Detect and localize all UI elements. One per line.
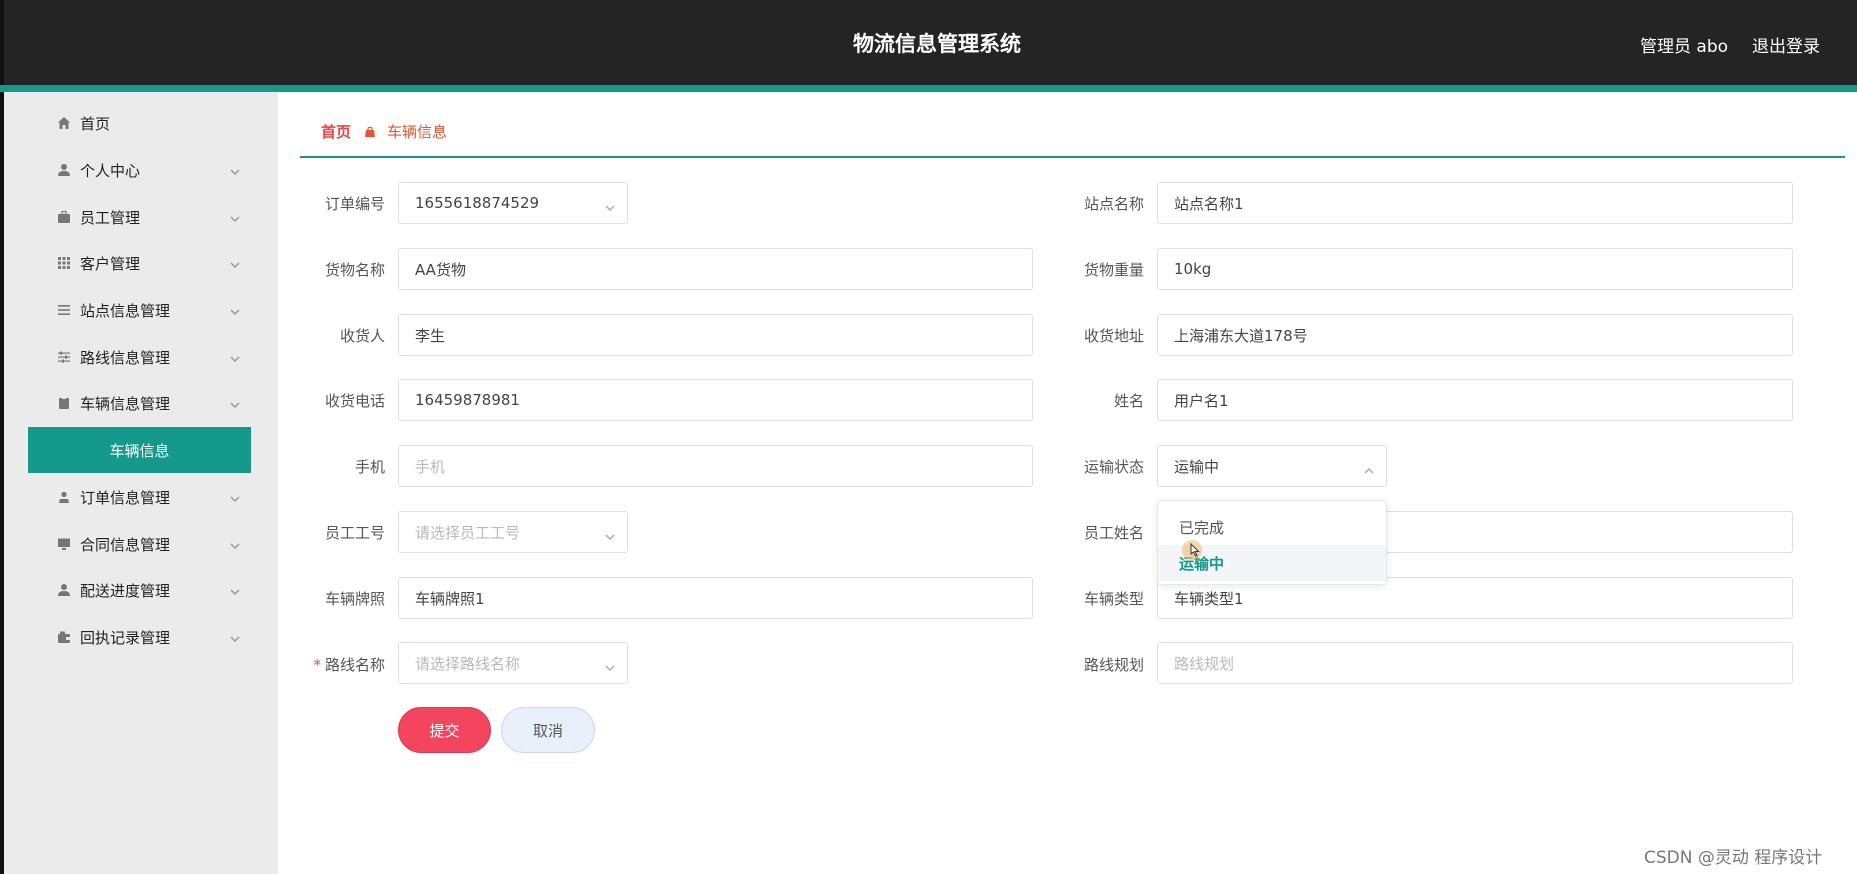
sidebar-item-label: 合同信息管理 — [80, 535, 171, 554]
bag-icon — [363, 125, 377, 139]
sidebar: 首页 个人中心 员工管理 客户管理 站点信息管理 路线信息管理 车辆信息管理 车… — [0, 92, 278, 874]
sidebar-item-receipts[interactable]: 回执记录管理 — [28, 614, 250, 660]
submit-button[interactable]: 提交 — [398, 707, 491, 753]
sidebar-item-label: 回执记录管理 — [80, 628, 171, 647]
current-user-link[interactable]: 管理员 abo — [1640, 32, 1728, 57]
chevron-down-icon — [230, 256, 240, 269]
order-no-label: 订单编号 — [324, 195, 385, 213]
receive-phone-label: 收货电话 — [324, 392, 385, 410]
receive-phone-input[interactable]: 16459878981 — [398, 379, 1033, 421]
route-name-select[interactable]: 请选择路线名称 — [398, 642, 628, 684]
required-mark: * — [313, 656, 321, 674]
goods-weight-input[interactable]: 10kg — [1157, 248, 1793, 290]
sidebar-item-stations[interactable]: 站点信息管理 — [28, 287, 250, 333]
name-label: 姓名 — [1113, 392, 1144, 410]
sidebar-item-label: 首页 — [80, 114, 111, 133]
vehicle-type-label: 车辆类型 — [1083, 590, 1144, 608]
sidebar-item-vehicles[interactable]: 车辆信息管理 — [28, 380, 250, 426]
plate-input[interactable]: 车辆牌照1 — [398, 577, 1033, 619]
breadcrumb-home-link[interactable]: 首页 — [321, 121, 351, 142]
receiver-input[interactable]: 李生 — [398, 314, 1033, 356]
chevron-down-icon — [230, 396, 240, 409]
chevron-down-icon — [605, 528, 615, 541]
sidebar-item-delivery-progress[interactable]: 配送进度管理 — [28, 567, 250, 613]
route-name-label: * 路线名称 — [295, 654, 385, 675]
sidebar-item-label: 员工管理 — [80, 208, 141, 227]
receive-address-label: 收货地址 — [1083, 327, 1144, 345]
chevron-down-icon — [230, 583, 240, 596]
home-icon — [50, 116, 78, 130]
watermark-text: CSDN @灵动 程序设计 — [1644, 848, 1823, 868]
sidebar-item-home[interactable]: 首页 — [28, 100, 250, 146]
chevron-down-icon — [230, 630, 240, 643]
sidebar-item-label: 车辆信息管理 — [80, 394, 171, 413]
sidebar-item-label: 客户管理 — [80, 254, 141, 273]
person-icon — [50, 490, 78, 504]
cancel-button[interactable]: 取消 — [501, 707, 595, 753]
chevron-down-icon — [230, 490, 240, 503]
staff-no-select[interactable]: 请选择员工工号 — [398, 511, 628, 553]
grid-icon — [50, 256, 78, 270]
sidebar-item-staff[interactable]: 员工管理 — [28, 194, 250, 240]
logout-link[interactable]: 退出登录 — [1752, 32, 1820, 57]
user-icon — [50, 163, 78, 177]
chevron-down-icon — [230, 303, 240, 316]
receiver-label: 收货人 — [339, 327, 385, 345]
chevron-down-icon — [605, 199, 615, 212]
breadcrumb: 首页 车辆信息 — [321, 121, 447, 142]
route-name-placeholder: 请选择路线名称 — [415, 654, 521, 673]
sidebar-item-contracts[interactable]: 合同信息管理 — [28, 521, 250, 567]
header-accent-bar — [0, 85, 1857, 92]
chevron-down-icon — [230, 163, 240, 176]
briefcase-icon — [50, 210, 78, 224]
top-header: 物流信息管理系统 管理员 abo 退出登录 — [0, 0, 1857, 85]
site-name-input[interactable]: 站点名称1 — [1157, 182, 1793, 224]
chevron-down-icon — [230, 537, 240, 550]
sidebar-item-label: 个人中心 — [80, 161, 141, 180]
chevron-down-icon — [230, 210, 240, 223]
sidebar-item-routes[interactable]: 路线信息管理 — [28, 334, 250, 380]
mobile-label: 手机 — [354, 458, 385, 476]
monitor-icon — [50, 537, 78, 551]
app-title: 物流信息管理系统 — [853, 32, 1021, 56]
transport-status-select[interactable]: 运输中 — [1157, 445, 1387, 487]
route-plan-label: 路线规划 — [1083, 656, 1144, 674]
order-no-value: 1655618874529 — [415, 194, 540, 212]
breadcrumb-divider — [300, 156, 1845, 158]
user-icon — [50, 583, 78, 597]
sidebar-item-label: 订单信息管理 — [80, 488, 171, 507]
sidebar-item-personal-center[interactable]: 个人中心 — [28, 147, 250, 193]
site-name-label: 站点名称 — [1083, 195, 1144, 213]
mobile-input[interactable]: 手机 — [398, 445, 1033, 487]
sidebar-item-label: 站点信息管理 — [80, 301, 171, 320]
sidebar-item-label: 路线信息管理 — [80, 348, 171, 367]
name-input[interactable]: 用户名1 — [1157, 379, 1793, 421]
goods-name-label: 货物名称 — [324, 261, 385, 279]
sliders-icon — [50, 350, 78, 364]
sidebar-subitem-vehicle-info[interactable]: 车辆信息 — [28, 427, 251, 473]
staff-name-label: 员工姓名 — [1083, 524, 1144, 542]
staff-no-placeholder: 请选择员工工号 — [415, 523, 521, 542]
transport-status-label: 运输状态 — [1083, 458, 1144, 476]
list-icon — [50, 303, 78, 317]
order-no-select[interactable]: 1655618874529 — [398, 182, 628, 224]
breadcrumb-current: 车辆信息 — [387, 123, 448, 141]
route-plan-input[interactable]: 路线规划 — [1157, 642, 1793, 684]
sidebar-item-label: 配送进度管理 — [80, 581, 171, 600]
clipboard-icon — [50, 396, 78, 410]
goods-name-input[interactable]: AA货物 — [398, 248, 1033, 290]
goods-weight-label: 货物重量 — [1083, 261, 1144, 279]
wallet-icon — [50, 630, 78, 644]
receive-address-input[interactable]: 上海浦东大道178号 — [1157, 314, 1793, 356]
chevron-down-icon — [230, 350, 240, 363]
plate-label: 车辆牌照 — [324, 590, 385, 608]
transport-status-value: 运输中 — [1174, 457, 1220, 476]
staff-no-label: 员工工号 — [324, 524, 385, 542]
chevron-up-icon — [1364, 462, 1374, 474]
route-name-label-text: 路线名称 — [324, 656, 385, 674]
chevron-down-icon — [605, 659, 615, 672]
mouse-cursor-icon — [1190, 543, 1200, 557]
sidebar-item-orders[interactable]: 订单信息管理 — [28, 474, 250, 520]
sidebar-item-customers[interactable]: 客户管理 — [28, 240, 250, 286]
